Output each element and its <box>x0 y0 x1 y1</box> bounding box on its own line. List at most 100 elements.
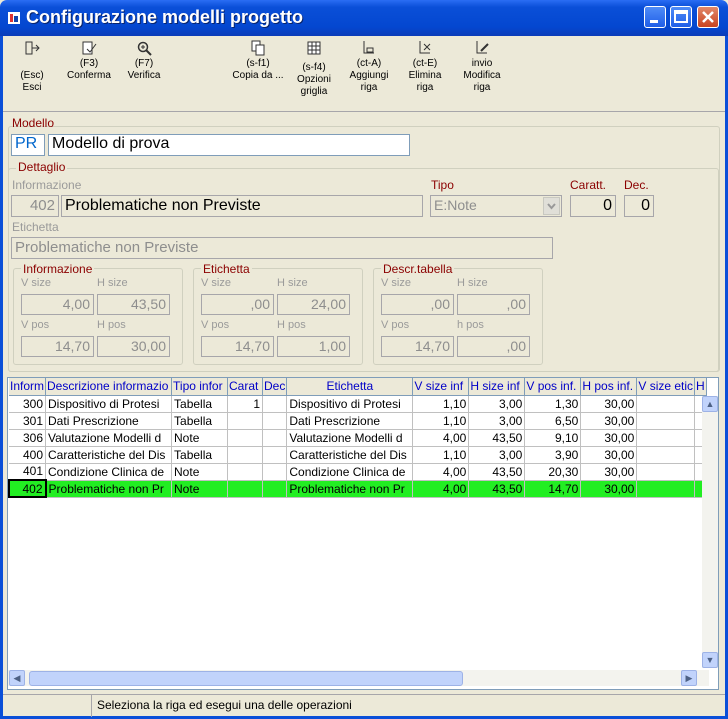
scroll-right-button[interactable]: ▶ <box>681 670 697 686</box>
table-cell[interactable]: Dispositivo di Protesi <box>45 395 173 413</box>
verify-button[interactable]: (F7) Verifica <box>122 40 166 82</box>
table-cell[interactable]: 6,50 <box>524 412 582 430</box>
table-cell[interactable]: 30,00 <box>580 395 638 413</box>
etichetta-field[interactable]: Problematiche non Previste <box>11 237 553 259</box>
column-header[interactable]: Carat <box>227 378 264 396</box>
column-header[interactable]: V pos inf. <box>524 378 582 396</box>
copy-button[interactable]: (s-f1) Copia da ... <box>232 40 284 82</box>
modello-code-field[interactable]: PR <box>11 134 45 156</box>
horizontal-scroll-thumb[interactable] <box>29 671 463 686</box>
info-vpos-field[interactable]: 14,70 <box>21 336 94 357</box>
table-cell[interactable]: 3,00 <box>468 446 526 464</box>
table-row[interactable]: 402 Problematiche non Pr Note Problematiche… <box>8 479 708 498</box>
table-cell[interactable]: 4,00 <box>412 480 470 498</box>
table-cell[interactable]: 1,10 <box>412 395 470 413</box>
grid-options-button[interactable]: (s-f4) Opzioni griglia <box>290 40 338 98</box>
modello-name-field[interactable]: Modello di prova <box>48 134 410 156</box>
etic-hsize-field[interactable]: 24,00 <box>277 294 350 315</box>
scroll-left-button[interactable]: ◀ <box>9 670 25 686</box>
table-cell[interactable] <box>636 412 696 430</box>
table-cell[interactable]: 3,00 <box>468 395 526 413</box>
table-cell[interactable]: 4,00 <box>412 429 470 447</box>
minimize-button[interactable] <box>644 6 666 28</box>
etic-vpos-field[interactable]: 14,70 <box>201 336 274 357</box>
info-hpos-field[interactable]: 30,00 <box>97 336 170 357</box>
close-button[interactable] <box>697 6 719 28</box>
caratt-field[interactable]: 0 <box>570 195 616 217</box>
table-cell[interactable]: 1,30 <box>524 395 582 413</box>
etic-hpos-field[interactable]: 1,00 <box>277 336 350 357</box>
table-cell[interactable]: 14,70 <box>524 480 582 498</box>
table-cell[interactable]: Tabella <box>171 395 229 413</box>
table-cell[interactable]: 20,30 <box>524 463 582 481</box>
info-vsize-field[interactable]: 4,00 <box>21 294 94 315</box>
vertical-scrollbar[interactable]: ▲ ▼ <box>702 396 718 668</box>
table-cell[interactable]: 30,00 <box>580 412 638 430</box>
table-cell[interactable]: 9,10 <box>524 429 582 447</box>
table-cell[interactable]: Note <box>171 463 229 481</box>
table-cell[interactable]: Note <box>171 429 229 447</box>
table-cell[interactable]: 3,90 <box>524 446 582 464</box>
table-row[interactable]: 306 Valutazione Modelli d Note Valutazione … <box>9 429 708 447</box>
table-cell[interactable] <box>227 429 264 447</box>
table-row[interactable]: 300 Dispositivo di Protesi Tabella 1 Disposi… <box>9 395 708 413</box>
table-cell[interactable]: Condizione Clinica de <box>286 463 414 481</box>
column-header[interactable]: Inform <box>9 378 47 396</box>
table-cell[interactable]: 400 <box>9 446 47 464</box>
table-cell[interactable]: Problematiche non Pr <box>286 480 414 498</box>
table-cell[interactable]: 306 <box>9 429 47 447</box>
add-row-button[interactable]: (ct-A) Aggiungi riga <box>344 40 394 94</box>
column-header[interactable]: Tipo infor <box>171 378 229 396</box>
column-header[interactable]: H size inf <box>468 378 526 396</box>
table-cell[interactable]: Problematiche non Pr <box>45 480 173 498</box>
exit-button[interactable]: (Esc) Esci <box>12 40 52 94</box>
column-header[interactable]: V size etic <box>636 378 696 396</box>
column-header[interactable]: Descrizione informazio <box>45 378 173 396</box>
tipo-dropdown-button[interactable] <box>543 197 560 215</box>
table-cell[interactable]: 30,00 <box>580 463 638 481</box>
table-cell[interactable]: 1,10 <box>412 412 470 430</box>
info-code-field[interactable]: 402 <box>11 195 59 217</box>
table-cell[interactable]: 30,00 <box>580 480 638 498</box>
table-cell[interactable]: 402 <box>8 479 47 498</box>
table-cell[interactable]: Valutazione Modelli d <box>286 429 414 447</box>
horizontal-scrollbar[interactable]: ◀ ▶ <box>8 669 709 686</box>
table-cell[interactable] <box>227 480 264 498</box>
table-cell[interactable] <box>262 446 288 464</box>
data-grid[interactable]: Inform Descrizione informazio Tipo infor Ca… <box>7 377 719 690</box>
etic-vsize-field[interactable]: ,00 <box>201 294 274 315</box>
table-cell[interactable]: Note <box>171 480 229 498</box>
descr-hpos-field[interactable]: ,00 <box>457 336 530 357</box>
confirm-button[interactable]: (F3) Conferma <box>63 40 115 82</box>
table-cell[interactable] <box>636 480 696 498</box>
table-cell[interactable] <box>636 395 696 413</box>
table-row[interactable]: 301 Dati Prescrizione Tabella Dati Prescriz… <box>9 412 708 430</box>
edit-row-button[interactable]: invio Modifica riga <box>456 40 508 94</box>
table-cell[interactable] <box>636 429 696 447</box>
table-cell[interactable]: Dati Prescrizione <box>286 412 414 430</box>
table-cell[interactable]: 43,50 <box>468 480 526 498</box>
table-cell[interactable]: 4,00 <box>412 463 470 481</box>
table-cell[interactable]: 30,00 <box>580 429 638 447</box>
table-cell[interactable]: Valutazione Modelli d <box>45 429 173 447</box>
descr-vpos-field[interactable]: 14,70 <box>381 336 454 357</box>
table-cell[interactable]: 300 <box>9 395 47 413</box>
table-cell[interactable]: 301 <box>9 412 47 430</box>
scroll-up-button[interactable]: ▲ <box>702 396 718 412</box>
maximize-button[interactable] <box>670 6 692 28</box>
table-cell[interactable]: Caratteristiche del Dis <box>45 446 173 464</box>
table-cell[interactable] <box>262 463 288 481</box>
table-row[interactable]: 400 Caratteristiche del Dis Tabella Caratte… <box>9 446 708 464</box>
table-cell[interactable] <box>262 480 288 498</box>
descr-vsize-field[interactable]: ,00 <box>381 294 454 315</box>
delete-row-button[interactable]: (ct-E) Elimina riga <box>402 40 448 94</box>
table-cell[interactable]: Dati Prescrizione <box>45 412 173 430</box>
table-cell[interactable] <box>262 412 288 430</box>
column-header[interactable]: V size inf <box>412 378 470 396</box>
table-cell[interactable]: 401 <box>9 463 47 481</box>
table-cell[interactable]: 1,10 <box>412 446 470 464</box>
table-cell[interactable] <box>262 395 288 413</box>
descr-hsize-field[interactable]: ,00 <box>457 294 530 315</box>
table-cell[interactable] <box>636 463 696 481</box>
info-hsize-field[interactable]: 43,50 <box>97 294 170 315</box>
